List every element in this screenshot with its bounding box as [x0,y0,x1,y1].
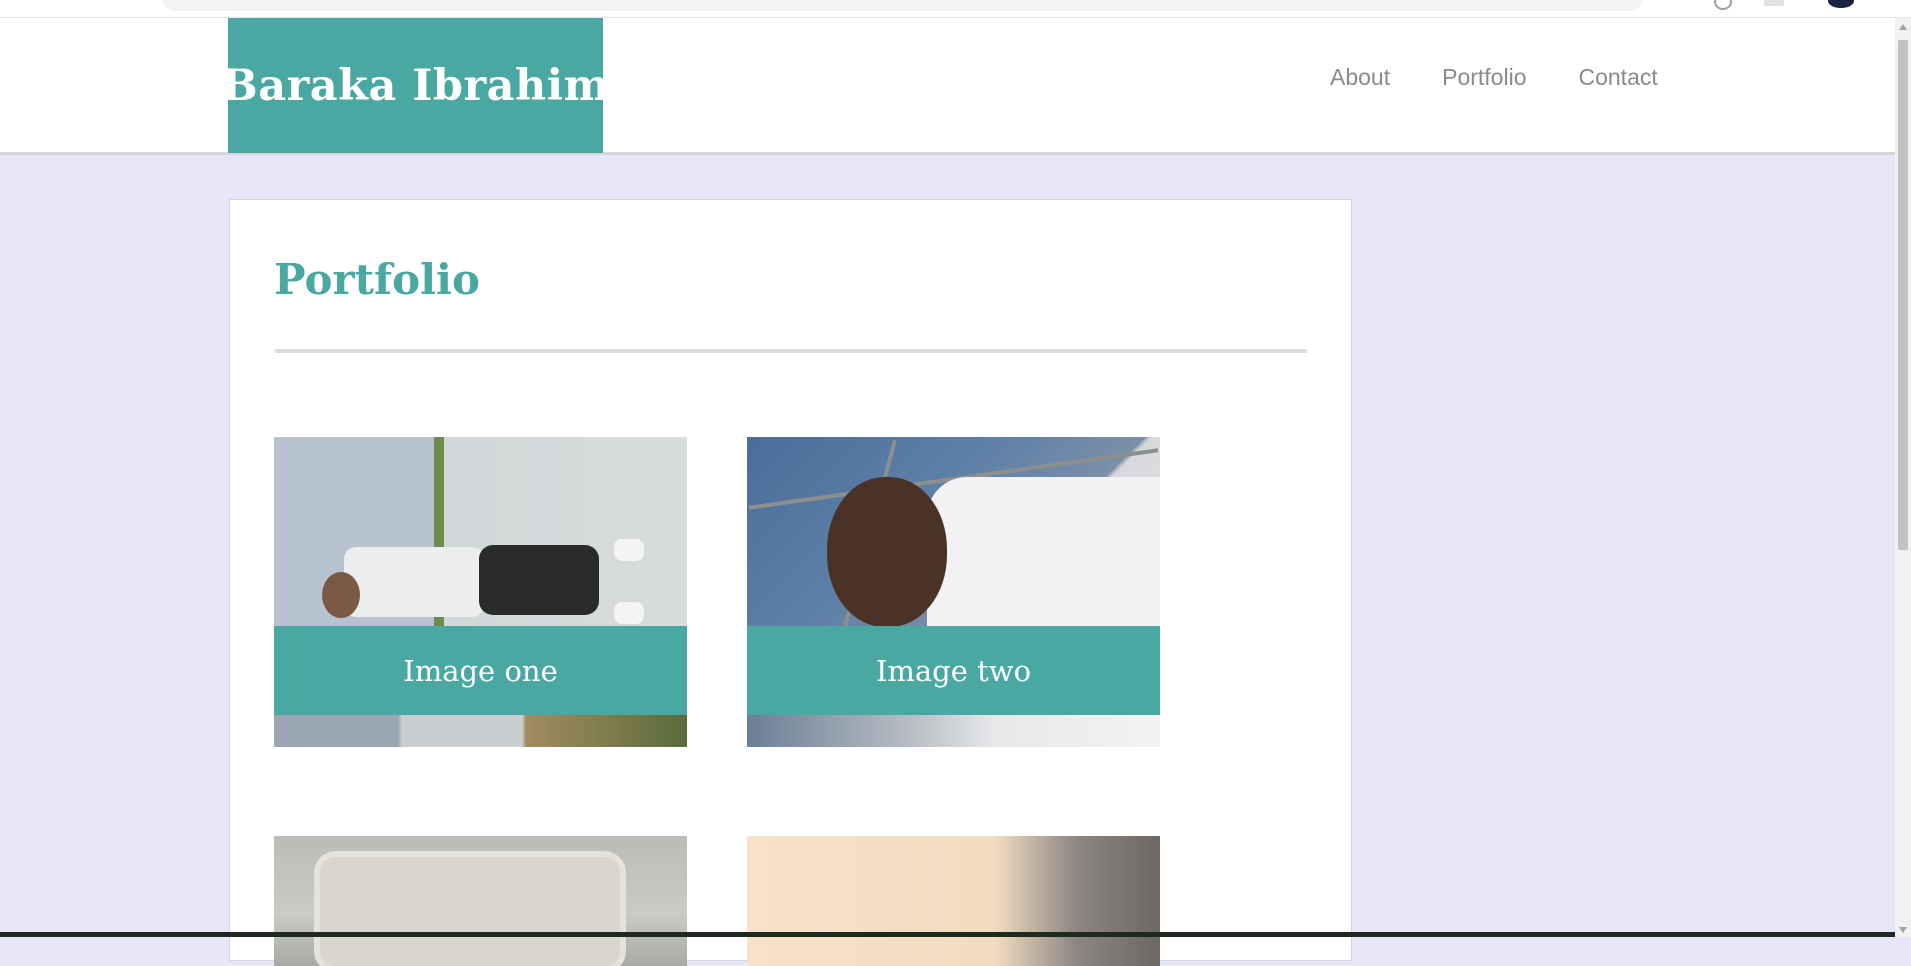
gallery-item-image-two[interactable]: Image two [747,437,1160,747]
scroll-down-icon[interactable] [1899,927,1907,933]
gallery-item-image-one[interactable]: Image one [274,437,687,747]
portfolio-card: Portfolio Image one Image two [229,199,1352,966]
browser-extension-icon[interactable] [1714,0,1732,10]
taskbar-edge [0,932,1895,937]
main-nav: About Portfolio Contact [1330,64,1658,91]
gallery-caption: Image two [747,626,1160,715]
gallery-item[interactable] [747,836,1160,966]
browser-extension-icon[interactable] [1764,0,1784,6]
nav-link-portfolio[interactable]: Portfolio [1442,64,1526,91]
gallery-caption: Image one [274,626,687,715]
portfolio-photo [747,836,1160,966]
portfolio-photo [274,836,687,966]
scrollbar-thumb[interactable] [1898,40,1908,550]
site-header: Baraka Ibrahim About Portfolio Contact [0,18,1895,155]
nav-link-contact[interactable]: Contact [1578,64,1657,91]
scroll-up-icon[interactable] [1899,24,1907,30]
page-title: Portfolio [274,255,481,304]
address-bar[interactable] [163,0,1643,11]
title-divider [275,349,1307,353]
nav-link-about[interactable]: About [1330,64,1390,91]
gallery-item[interactable] [274,836,687,966]
profile-avatar-icon[interactable] [1828,0,1854,8]
site-brand[interactable]: Baraka Ibrahim [221,18,609,153]
page-scrollbar[interactable] [1895,18,1911,937]
browser-toolbar [0,0,1911,18]
